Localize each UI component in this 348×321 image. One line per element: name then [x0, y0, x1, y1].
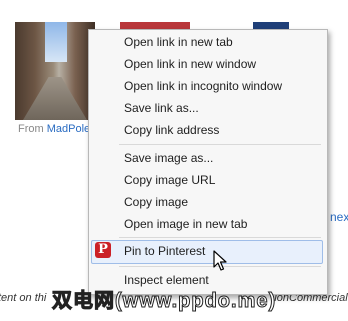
menu-item-pin-to-pinterest[interactable]: P Pin to Pinterest: [91, 240, 323, 264]
menu-item-copy-image[interactable]: Copy image: [90, 191, 326, 213]
menu-item-save-image-as[interactable]: Save image as...: [90, 147, 326, 169]
menu-item-save-link-as[interactable]: Save link as...: [90, 97, 326, 119]
menu-item-label: Pin to Pinterest: [124, 244, 206, 258]
credit-prefix: From: [18, 123, 47, 135]
photo-credit: From MadPole: [18, 123, 90, 135]
menu-item-copy-image-url[interactable]: Copy image URL: [90, 169, 326, 191]
credit-author-link[interactable]: MadPole: [47, 123, 90, 135]
alley-photo-thumbnail[interactable]: [15, 22, 95, 120]
alley-walkway: [23, 77, 87, 120]
menu-item-open-link-incognito[interactable]: Open link in incognito window: [90, 75, 326, 97]
menu-item-open-image-new-tab[interactable]: Open image in new tab: [90, 213, 326, 235]
next-link[interactable]: nex: [330, 210, 348, 224]
alley-sky: [45, 22, 67, 62]
menu-item-open-link-new-window[interactable]: Open link in new window: [90, 53, 326, 75]
mouse-pointer-icon: [213, 250, 227, 271]
watermark-text: 双电网(www.ppdo.me): [51, 290, 277, 313]
context-menu: Open link in new tab Open link in new wi…: [88, 29, 328, 295]
menu-separator: [119, 144, 321, 145]
pinterest-icon: P: [95, 242, 111, 258]
footer-text-start: tent on thi: [0, 292, 47, 304]
menu-item-open-link-new-tab[interactable]: Open link in new tab: [90, 31, 326, 53]
menu-separator: [119, 237, 321, 238]
menu-item-copy-link-address[interactable]: Copy link address: [90, 119, 326, 141]
